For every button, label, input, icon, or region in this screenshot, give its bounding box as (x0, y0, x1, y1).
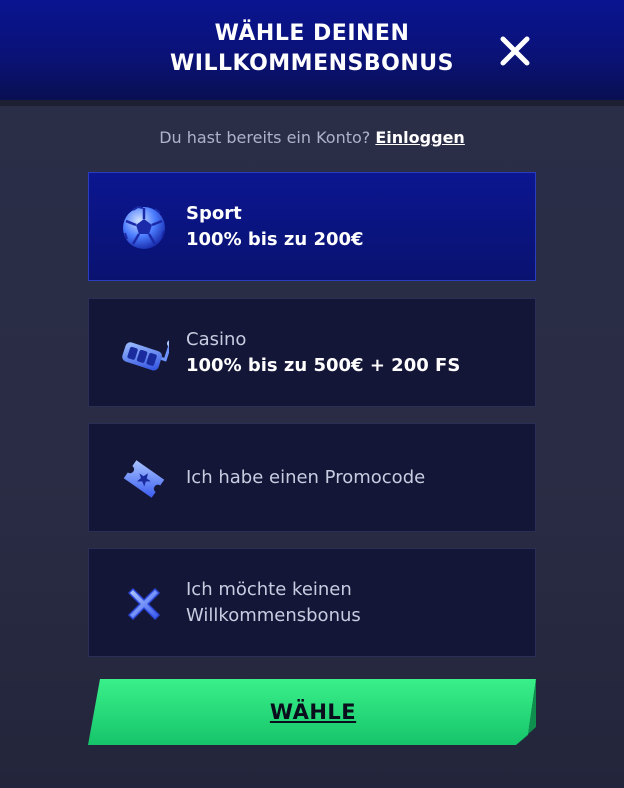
cross-icon (128, 588, 160, 620)
login-prompt: Du hast bereits ein Konto? (159, 128, 371, 147)
option-promocode[interactable]: Ich habe einen Promocode (88, 423, 536, 532)
option-no-bonus-line1: Ich möchte keinen (186, 578, 352, 600)
option-casino-offer: 100% bis zu 500€ + 200 FS (186, 354, 461, 376)
soccer-ball-icon (123, 205, 165, 249)
option-sport-text: Sport 100% bis zu 200€ (186, 173, 364, 280)
option-sport[interactable]: Sport 100% bis zu 200€ (88, 172, 536, 281)
login-prompt-line: Du hast bereits ein Konto? Einloggen (0, 128, 624, 147)
modal-header: WÄHLE DEINEN WILLKOMMENSBONUS (0, 0, 624, 106)
option-casino[interactable]: Casino 100% bis zu 500€ + 200 FS (88, 298, 536, 407)
modal-title: WÄHLE DEINEN WILLKOMMENSBONUS (140, 19, 484, 79)
login-link[interactable]: Einloggen (375, 128, 464, 147)
option-promocode-title: Ich habe einen Promocode (186, 466, 426, 488)
bonus-modal: WÄHLE DEINEN WILLKOMMENSBONUS Du hast be… (0, 0, 624, 788)
slot-machine-icon (122, 340, 169, 371)
choose-button[interactable]: WÄHLE (88, 679, 538, 745)
close-button[interactable] (498, 34, 532, 68)
option-promocode-text: Ich habe einen Promocode (186, 424, 425, 531)
option-casino-text: Casino 100% bis zu 500€ + 200 FS (186, 299, 460, 406)
option-no-bonus-line2: Willkommensbonus (186, 604, 361, 626)
choose-button-label: WÄHLE (269, 700, 357, 724)
title-line-2: WILLKOMMENSBONUS (170, 51, 454, 76)
option-sport-title: Sport (186, 202, 242, 224)
option-no-bonus-text: Ich möchte keinen Willkommensbonus (186, 549, 361, 656)
close-icon (500, 36, 530, 66)
ticket-icon (123, 460, 165, 498)
option-sport-offer: 100% bis zu 200€ (186, 228, 364, 250)
title-line-1: WÄHLE DEINEN (214, 21, 410, 46)
option-no-bonus[interactable]: Ich möchte keinen Willkommensbonus (88, 548, 536, 657)
option-casino-title: Casino (186, 328, 247, 350)
